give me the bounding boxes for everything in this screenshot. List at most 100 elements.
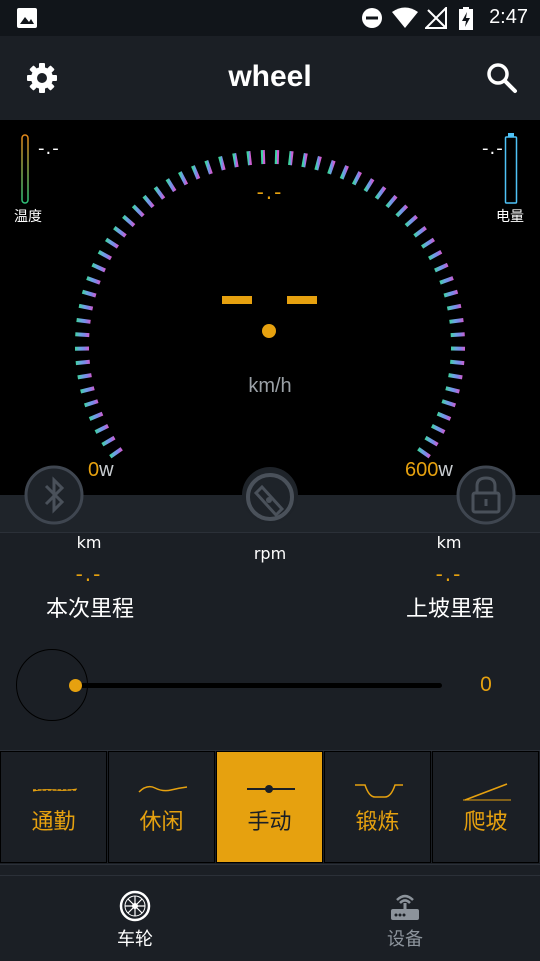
leisure-wave-icon bbox=[131, 782, 195, 796]
gauge-tick bbox=[123, 216, 134, 225]
mode-manual[interactable]: 手动 bbox=[216, 751, 323, 863]
mode-leisure[interactable]: 休闲 bbox=[108, 751, 215, 863]
gauge-tick bbox=[444, 292, 458, 296]
gauge-tick bbox=[85, 401, 98, 405]
page-title: wheel bbox=[0, 60, 540, 94]
speed-unit: km/h bbox=[0, 375, 540, 398]
gauge-tick bbox=[263, 150, 264, 164]
mode-selector: 通勤 休闲 手动 锻炼 爬坡 bbox=[0, 750, 540, 865]
manual-slider-icon bbox=[239, 782, 303, 796]
gauge-tick bbox=[406, 216, 417, 225]
gauge-tick bbox=[106, 239, 118, 247]
workout-curve-icon bbox=[347, 782, 411, 800]
router-icon bbox=[389, 890, 421, 922]
temperature-label: 温度 bbox=[14, 206, 42, 226]
gauge-tick bbox=[290, 151, 292, 165]
commute-wave-icon bbox=[23, 782, 87, 796]
power-min-label: 0w bbox=[88, 459, 114, 482]
gauge-tick bbox=[329, 161, 334, 174]
gauge-tick bbox=[133, 206, 143, 216]
battery-value: -.- bbox=[482, 138, 504, 159]
gauge-tick bbox=[82, 292, 96, 296]
gauge-tick bbox=[76, 362, 90, 363]
gauge-tick bbox=[450, 320, 464, 322]
mode-label: 爬坡 bbox=[433, 804, 538, 836]
temperature-value: -.- bbox=[38, 138, 60, 159]
climb-label: 上坡里程 bbox=[370, 591, 530, 623]
bottom-nav: 车轮 设备 bbox=[0, 875, 540, 961]
mode-label: 休闲 bbox=[109, 804, 214, 836]
climb-unit: km bbox=[389, 533, 509, 552]
gauge-tick bbox=[440, 278, 453, 283]
nav-label-device: 设备 bbox=[365, 925, 445, 951]
gauge-tick bbox=[99, 252, 111, 259]
battery-charging-icon bbox=[458, 7, 474, 31]
gauge-tick bbox=[432, 426, 445, 432]
status-time: 2:47 bbox=[489, 6, 528, 29]
assist-slider-thumb[interactable] bbox=[69, 679, 82, 692]
gauge-tick bbox=[92, 265, 105, 271]
gauge-tick bbox=[426, 438, 438, 445]
gauge-tick bbox=[110, 449, 121, 457]
gauge-tick bbox=[102, 438, 114, 445]
assist-slider-value: 0 bbox=[470, 673, 502, 697]
gauge-tick bbox=[422, 239, 434, 247]
gauge-tick bbox=[114, 228, 125, 236]
status-bar: 2:47 bbox=[0, 0, 540, 36]
gauge-tick bbox=[193, 166, 199, 179]
gauge-tick bbox=[303, 153, 306, 167]
gauge-tick bbox=[79, 306, 93, 309]
nav-item-device[interactable]: 设备 bbox=[365, 876, 445, 961]
gauge-tick bbox=[438, 414, 451, 419]
wheel-icon bbox=[119, 890, 151, 922]
gauge-tick bbox=[435, 265, 448, 271]
gauge-tick bbox=[342, 166, 348, 179]
gauge-tick bbox=[316, 157, 320, 171]
nav-label-wheel: 车轮 bbox=[95, 925, 175, 951]
gauge-tick bbox=[77, 320, 91, 322]
cadence-unit: rpm bbox=[210, 544, 330, 563]
mode-commute[interactable]: 通勤 bbox=[0, 751, 107, 863]
gauge-tick bbox=[75, 334, 89, 335]
mode-workout[interactable]: 锻炼 bbox=[324, 751, 431, 863]
gauge-tick bbox=[87, 278, 100, 283]
gauge-tick bbox=[234, 153, 237, 167]
speed-digit-dash-right bbox=[287, 296, 317, 304]
gauge-tick bbox=[220, 157, 224, 171]
gauge-tick bbox=[451, 334, 465, 335]
do-not-disturb-icon bbox=[361, 7, 383, 29]
gauge-tick bbox=[277, 150, 278, 164]
gauge-tick bbox=[450, 362, 464, 363]
nav-item-wheel[interactable]: 车轮 bbox=[95, 876, 175, 961]
mode-label: 通勤 bbox=[1, 804, 106, 836]
speed-decimal-dot bbox=[262, 324, 276, 338]
gauge-tick bbox=[96, 426, 109, 432]
gauge-tick bbox=[206, 161, 211, 174]
power-max-label: 600w bbox=[405, 459, 453, 482]
gauge-tick bbox=[447, 306, 461, 309]
wifi-icon bbox=[391, 7, 419, 29]
app-bar: wheel bbox=[0, 36, 540, 120]
climb-slope-icon bbox=[455, 782, 519, 802]
lock-icon[interactable] bbox=[456, 465, 516, 525]
bluetooth-icon[interactable] bbox=[24, 465, 84, 525]
mode-label: 锻炼 bbox=[325, 804, 430, 836]
speed-secondary-value: -.- bbox=[0, 180, 540, 204]
mode-climb[interactable]: 爬坡 bbox=[432, 751, 539, 863]
cadence-dial-icon bbox=[240, 465, 300, 525]
trip-value: -.- bbox=[29, 562, 149, 586]
climb-value: -.- bbox=[389, 562, 509, 586]
speed-digit-dash-left bbox=[222, 296, 252, 304]
battery-label: 电量 bbox=[496, 206, 524, 226]
mode-label: 手动 bbox=[217, 804, 322, 836]
gauge-tick bbox=[429, 252, 441, 259]
trip-label: 本次里程 bbox=[10, 591, 170, 623]
gauge-tick bbox=[397, 206, 407, 216]
gauge-tick bbox=[442, 401, 455, 405]
search-icon[interactable] bbox=[484, 60, 520, 96]
speedometer-arc bbox=[0, 120, 540, 495]
assist-slider-track[interactable] bbox=[76, 683, 442, 688]
gauge-tick bbox=[90, 414, 103, 419]
gauge-tick bbox=[415, 228, 426, 236]
trip-unit: km bbox=[29, 533, 149, 552]
